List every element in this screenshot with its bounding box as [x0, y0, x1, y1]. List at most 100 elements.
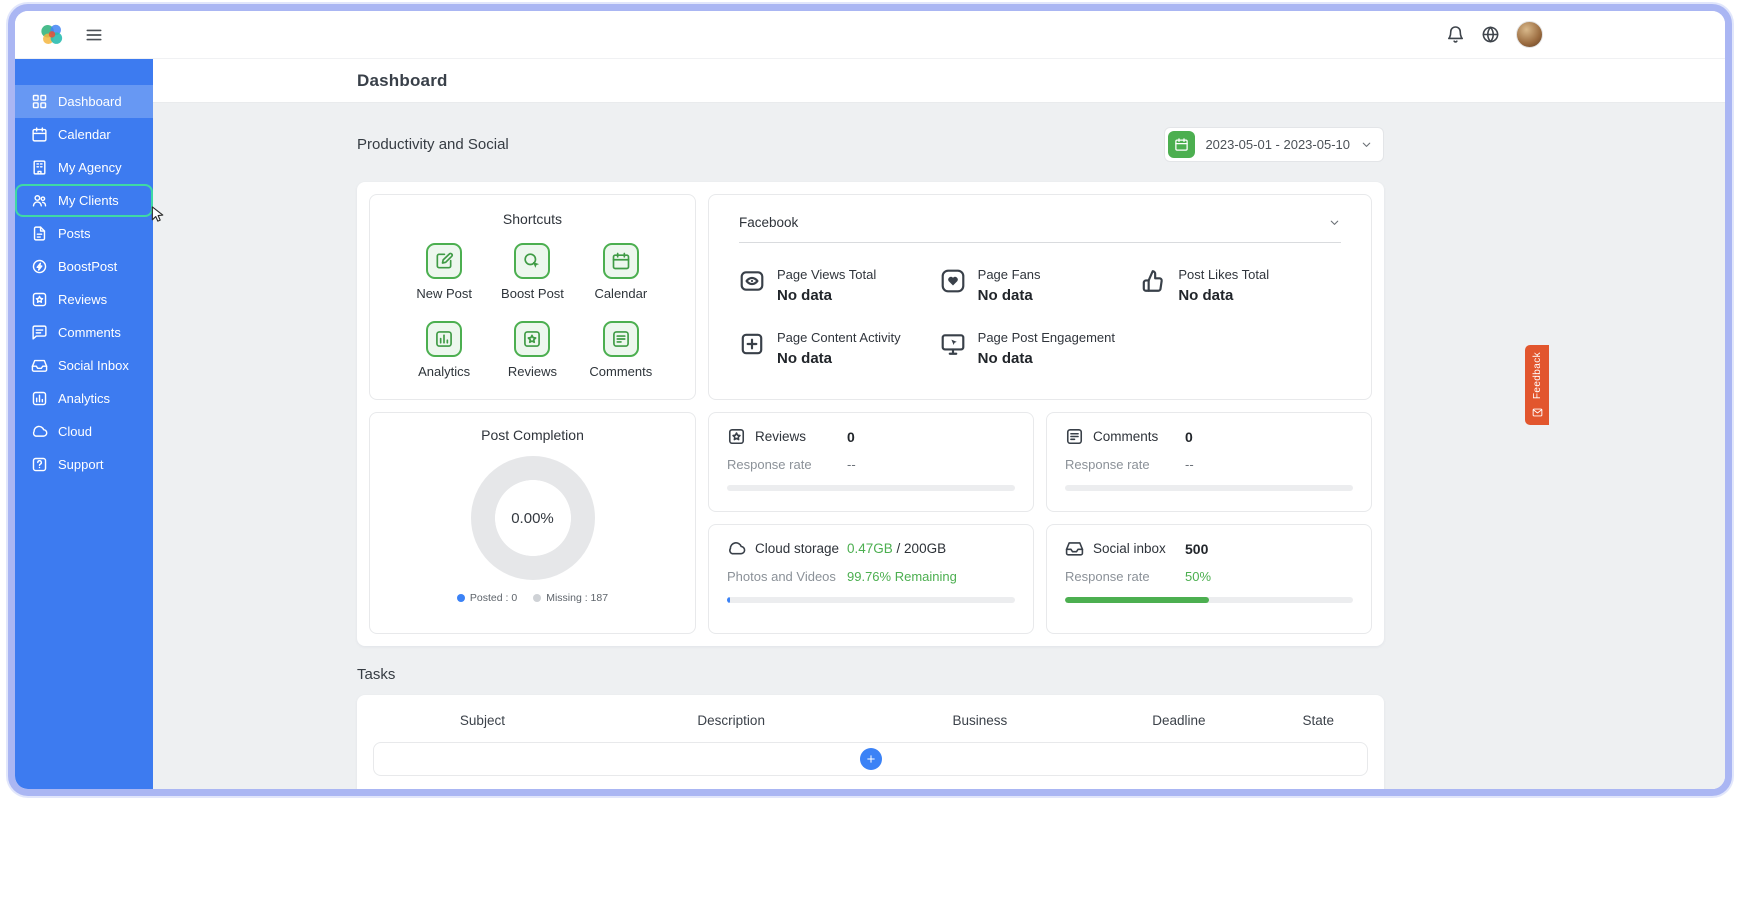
- social-inbox-response-label: Response rate: [1065, 569, 1150, 584]
- app-body: Dashboard Calendar My Agency My: [15, 59, 1725, 789]
- shortcut-calendar[interactable]: Calendar: [577, 243, 665, 301]
- sidebar: Dashboard Calendar My Agency My: [15, 59, 153, 789]
- add-task-row[interactable]: [373, 742, 1368, 776]
- legend-label: Posted : 0: [470, 592, 517, 604]
- shortcut-analytics[interactable]: Analytics: [400, 321, 488, 379]
- sidebar-item-icon: [31, 456, 48, 473]
- sidebar-item-calendar[interactable]: Calendar: [15, 118, 153, 151]
- legend-item: Missing : 187: [533, 592, 608, 604]
- cloud-used-value: 0.47GB: [847, 541, 893, 556]
- tasks-column-header: Subject: [373, 713, 592, 728]
- sidebar-item-label: My Agency: [58, 160, 122, 175]
- chevron-down-icon: [1360, 138, 1373, 151]
- chevron-down-icon: [1328, 216, 1341, 229]
- shortcut-icon: [603, 321, 639, 357]
- facebook-stat: Post Likes Total No data: [1140, 267, 1341, 304]
- sidebar-item-icon: [31, 390, 48, 407]
- summary-grid: Reviews 0 Response rate --: [708, 412, 1372, 634]
- legend-label: Missing : 187: [546, 592, 608, 604]
- sidebar-item-label: Calendar: [58, 127, 111, 142]
- sidebar-item-icon: [31, 225, 48, 242]
- shortcut-icon: [426, 243, 462, 279]
- shortcut-comments[interactable]: Comments: [577, 321, 665, 379]
- topbar: [15, 11, 1725, 59]
- sidebar-item-cloud[interactable]: Cloud: [15, 415, 153, 448]
- facebook-stat: Page Views Total No data: [739, 267, 940, 304]
- facebook-stat-icon: [1140, 268, 1166, 294]
- sidebar-item-dashboard[interactable]: Dashboard: [15, 85, 153, 118]
- content: Productivity and Social 2023-05-01 - 202…: [153, 103, 1725, 789]
- tasks-table-header: Subject Description Business Deadline St…: [373, 703, 1368, 742]
- date-range-picker[interactable]: 2023-05-01 - 2023-05-10: [1164, 127, 1384, 162]
- sidebar-item-boostpost[interactable]: BoostPost: [15, 250, 153, 283]
- facebook-stat-label: Page Post Engagement: [978, 330, 1115, 345]
- cloud-total-value: / 200GB: [897, 541, 947, 556]
- cloud-remaining-value: 99.76% Remaining: [847, 569, 957, 584]
- topbar-right: [1446, 21, 1543, 48]
- facebook-stat-label: Page Fans: [978, 267, 1041, 282]
- comments-icon: [1065, 427, 1084, 446]
- cloud-storage-card: Cloud storage 0.47GB / 200GB Photos and …: [708, 524, 1034, 634]
- sidebar-item-icon: [31, 423, 48, 440]
- facebook-stat-icon: [940, 331, 966, 357]
- sidebar-item-support[interactable]: Support: [15, 448, 153, 481]
- shortcut-label: Boost Post: [501, 286, 564, 301]
- sidebar-item-posts[interactable]: Posts: [15, 217, 153, 250]
- sidebar-item-analytics[interactable]: Analytics: [15, 382, 153, 415]
- notifications-bell-icon[interactable]: [1446, 25, 1465, 44]
- shortcuts-card: Shortcuts New Post: [369, 194, 696, 400]
- sidebar-item-icon: [31, 126, 48, 143]
- app-logo-icon: [37, 20, 67, 50]
- facebook-stat-value: No data: [978, 287, 1041, 304]
- dashboard-panel: Shortcuts New Post: [357, 182, 1384, 646]
- shortcut-label: Reviews: [508, 364, 557, 379]
- social-inbox-response-value: 50%: [1185, 569, 1211, 584]
- post-completion-percent: 0.00%: [511, 510, 554, 527]
- facebook-stats-card: Facebook Page Views: [708, 194, 1372, 400]
- sidebar-item-label: BoostPost: [58, 259, 117, 274]
- section-title: Productivity and Social: [357, 136, 509, 153]
- facebook-stat-value: No data: [777, 350, 901, 367]
- shortcut-label: Analytics: [418, 364, 470, 379]
- sidebar-item-social-inbox[interactable]: Social Inbox: [15, 349, 153, 382]
- shortcut-icon: [426, 321, 462, 357]
- shortcut-boost-post[interactable]: Boost Post: [488, 243, 576, 301]
- main-area: Dashboard Productivity and Social 2023-0…: [153, 59, 1725, 789]
- facebook-stat: Page Fans No data: [940, 267, 1141, 304]
- date-range-value: 2023-05-01 - 2023-05-10: [1205, 137, 1350, 152]
- menu-icon[interactable]: [84, 25, 104, 45]
- shortcut-icon: [514, 321, 550, 357]
- sidebar-item-my-agency[interactable]: My Agency: [15, 151, 153, 184]
- reviews-count: 0: [847, 429, 855, 445]
- sidebar-item-label: My Clients: [58, 193, 119, 208]
- comments-response-value: --: [1185, 457, 1194, 472]
- feedback-tab[interactable]: Feedback: [1525, 345, 1549, 425]
- sidebar-item-icon: [31, 324, 48, 341]
- sidebar-item-label: Cloud: [58, 424, 92, 439]
- sidebar-item-reviews[interactable]: Reviews: [15, 283, 153, 316]
- shortcut-new-post[interactable]: New Post: [400, 243, 488, 301]
- sidebar-item-icon: [31, 159, 48, 176]
- comments-label: Comments: [1093, 429, 1158, 444]
- user-avatar[interactable]: [1516, 21, 1543, 48]
- tasks-column-header: Description: [592, 713, 871, 728]
- facebook-stat-label: Post Likes Total: [1178, 267, 1269, 282]
- shortcut-icon: [603, 243, 639, 279]
- shortcut-reviews[interactable]: Reviews: [488, 321, 576, 379]
- social-inbox-label: Social inbox: [1093, 541, 1166, 556]
- sidebar-item-label: Posts: [58, 226, 91, 241]
- platform-select[interactable]: Facebook: [739, 213, 1341, 243]
- sidebar-item-comments[interactable]: Comments: [15, 316, 153, 349]
- language-globe-icon[interactable]: [1481, 25, 1500, 44]
- facebook-stat-icon: [739, 331, 765, 357]
- sidebar-item-icon: [31, 93, 48, 110]
- facebook-stat: Page Content Activity No data: [739, 330, 940, 367]
- add-task-button[interactable]: [860, 748, 882, 770]
- sidebar-item-label: Reviews: [58, 292, 107, 307]
- post-completion-title: Post Completion: [384, 427, 681, 443]
- sidebar-item-my-clients[interactable]: My Clients: [15, 184, 153, 217]
- reviews-summary-card: Reviews 0 Response rate --: [708, 412, 1034, 512]
- facebook-stat-icon: [940, 268, 966, 294]
- social-inbox-count: 500: [1185, 541, 1208, 557]
- tasks-column-header: Deadline: [1089, 713, 1268, 728]
